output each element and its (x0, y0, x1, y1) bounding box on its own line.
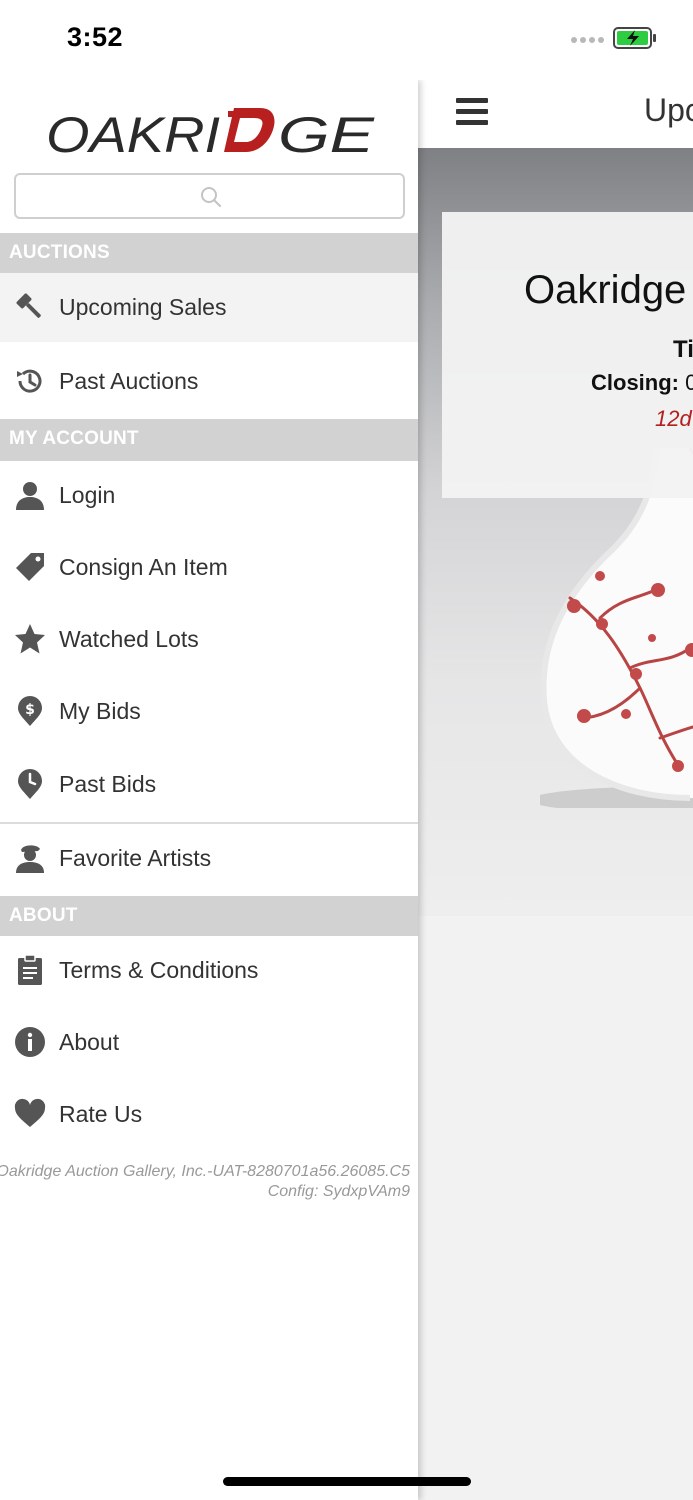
status-time: 3:52 (67, 22, 124, 52)
signal-icon (571, 37, 604, 43)
svg-text:OAKRI: OAKRI (46, 107, 220, 158)
menu-label: About (59, 1029, 120, 1055)
home-indicator[interactable] (223, 1477, 471, 1486)
menu-label: Consign An Item (59, 554, 228, 580)
auction-card-closing: Closing: 0 (591, 370, 693, 396)
menu-label: Rate Us (59, 1101, 143, 1127)
divider (0, 342, 418, 344)
menu-label: Upcoming Sales (59, 294, 227, 320)
version-line: Oakridge Auction Gallery, Inc.-UAT-82807… (0, 1163, 410, 1180)
main-bottom-area (418, 916, 693, 1500)
clock-pin-icon (18, 769, 42, 799)
main-content: Upc Oakridge Ti Closing: 0 12d (418, 0, 693, 1500)
clipboard-icon (18, 954, 42, 985)
hamburger-menu-icon[interactable] (456, 98, 488, 126)
svg-text:$: $ (25, 702, 35, 718)
side-drawer: OAKRI GE AUCTIONS Upcoming Sales Past Au… (0, 80, 418, 1500)
auction-card-title: Oakridge (524, 268, 687, 312)
section-label: AUCTIONS (9, 242, 110, 263)
section-label: MY ACCOUNT (9, 428, 139, 449)
menu-item-past-bids[interactable]: Past Bids (0, 750, 418, 820)
history-icon (17, 369, 42, 393)
search-icon (201, 187, 221, 207)
gavel-icon (16, 293, 41, 318)
heart-icon (14, 1098, 46, 1127)
auction-card-countdown: 12d (655, 406, 692, 431)
auction-hero-banner[interactable]: Oakridge Ti Closing: 0 12d (418, 148, 693, 916)
menu-label: Past Bids (59, 771, 157, 797)
section-label: ABOUT (9, 905, 78, 926)
menu-item-rate-us[interactable]: Rate Us (0, 1080, 418, 1150)
menu-label: My Bids (59, 698, 141, 724)
oakridge-logo: OAKRI GE (46, 107, 375, 158)
status-bar: 3:52 (0, 0, 693, 80)
svg-text:GE: GE (278, 107, 375, 158)
closing-label: Closing: (591, 370, 679, 395)
battery-charging-icon (613, 27, 656, 49)
menu-item-about[interactable]: About (0, 1008, 418, 1078)
menu-item-login[interactable]: Login (0, 461, 418, 531)
menu-label: Terms & Conditions (59, 957, 259, 983)
main-header: Upc (418, 80, 693, 148)
star-icon (15, 624, 45, 654)
menu-label: Favorite Artists (59, 845, 212, 871)
menu-item-watched-lots[interactable]: Watched Lots (0, 605, 418, 675)
vase-image (540, 448, 693, 808)
auction-card[interactable]: Oakridge Ti Closing: 0 12d (442, 212, 693, 498)
section-header-my-account: MY ACCOUNT (0, 419, 418, 461)
search-input[interactable] (14, 173, 405, 219)
section-header-auctions: AUCTIONS (0, 233, 418, 273)
menu-item-my-bids[interactable]: $ My Bids (0, 677, 418, 747)
menu-item-consign[interactable]: Consign An Item (0, 533, 418, 603)
main-header-title: Upc (644, 92, 693, 128)
tag-icon (16, 553, 44, 581)
user-icon (16, 482, 44, 510)
dollar-pin-icon: $ (18, 696, 42, 726)
menu-item-upcoming-sales[interactable]: Upcoming Sales (0, 273, 418, 343)
menu-label: Watched Lots (59, 626, 199, 652)
auction-card-subtitle: Ti (673, 336, 693, 363)
section-header-about: ABOUT (0, 896, 418, 936)
config-line: Config: SydxpVAm9 (267, 1183, 410, 1200)
closing-value: 0 (685, 370, 693, 395)
artist-icon (16, 845, 44, 873)
menu-label: Past Auctions (59, 368, 199, 394)
menu-item-favorite-artists[interactable]: Favorite Artists (0, 824, 418, 894)
version-info: Oakridge Auction Gallery, Inc.-UAT-82807… (0, 1162, 410, 1202)
menu-item-terms[interactable]: Terms & Conditions (0, 936, 418, 1006)
info-icon (15, 1027, 45, 1057)
menu-label: Login (59, 482, 116, 508)
menu-item-past-auctions[interactable]: Past Auctions (0, 347, 418, 417)
